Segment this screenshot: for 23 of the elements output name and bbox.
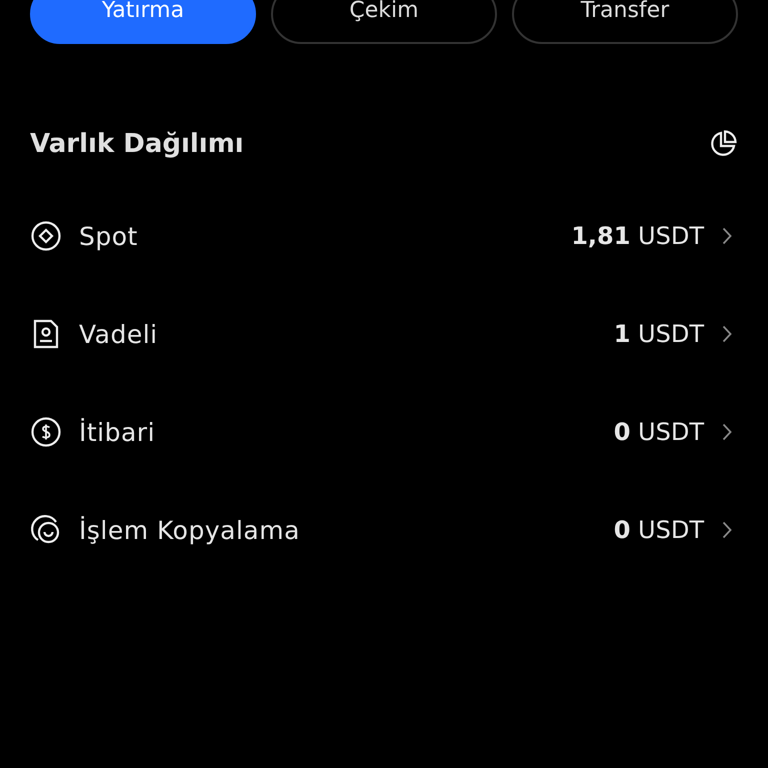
action-button[interactable]: Transfer <box>512 0 738 44</box>
account-name: İşlem Kopyalama <box>79 516 301 544</box>
chevron-right-icon <box>722 325 732 343</box>
account-name: İtibari <box>79 418 156 446</box>
copy-circles-icon <box>30 514 62 546</box>
account-row[interactable]: Vadeli 1 USDT <box>30 314 738 354</box>
account-row[interactable]: İşlem Kopyalama 0 USDT <box>30 510 738 550</box>
account-name: Spot <box>79 222 139 250</box>
account-row[interactable]: Spot 1,81 USDT <box>30 216 738 256</box>
account-balance: 1 USDT <box>614 320 704 348</box>
pie-chart-icon[interactable] <box>708 129 738 159</box>
account-balance: 0 USDT <box>614 418 704 446</box>
dollar-coin-icon <box>30 416 62 448</box>
account-balance: 1,81 USDT <box>571 222 704 250</box>
action-button[interactable]: Yatırma <box>30 0 256 44</box>
chevron-right-icon <box>722 521 732 539</box>
chevron-right-icon <box>722 423 732 441</box>
action-button[interactable]: Çekim <box>271 0 497 44</box>
chevron-right-icon <box>722 227 732 245</box>
account-name: Vadeli <box>79 320 159 348</box>
account-row[interactable]: İtibari 0 USDT <box>30 412 738 452</box>
account-balance: 0 USDT <box>614 516 704 544</box>
section-title: Varlık Dağılımı <box>30 129 244 159</box>
